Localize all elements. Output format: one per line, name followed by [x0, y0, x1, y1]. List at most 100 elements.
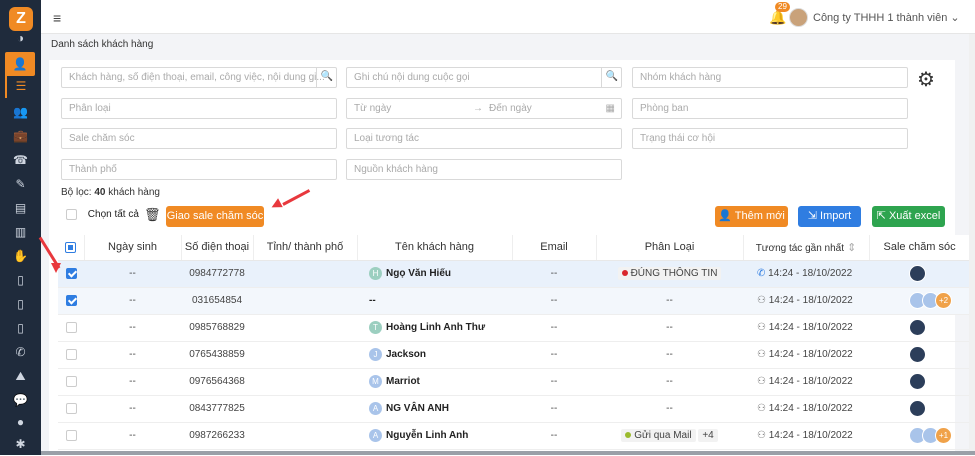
header-checkbox-cell[interactable]	[58, 235, 85, 261]
category-more-badge[interactable]: +4	[698, 429, 718, 442]
user-avatar[interactable]	[789, 8, 808, 27]
file-text-icon[interactable]: ▯	[0, 316, 41, 340]
trash-icon[interactable]: 🗑	[144, 207, 161, 223]
cell-phone: 031654854	[181, 287, 253, 315]
cell-category: --	[596, 287, 743, 315]
import-button[interactable]: ⇲ Import	[798, 206, 861, 227]
last-interaction-time: 14:24 - 18/10/2022	[768, 403, 853, 414]
customer-group-select[interactable]: Nhóm khách hàng	[632, 67, 908, 88]
menu-toggle-icon[interactable]: ≡	[53, 10, 61, 26]
table-row[interactable]: -- 031654854 -- -- -- ⚇ 14:24 - 18/10/2022 +2	[58, 287, 975, 315]
header-city: Tỉnh/ thành phố	[253, 235, 358, 261]
row-checkbox-cell[interactable]	[58, 368, 84, 396]
row-checkbox[interactable]	[65, 429, 77, 441]
table-row[interactable]: -- 0765438859 J Jackson -- -- ⚇ 14:24 - 18/10/…	[58, 341, 975, 369]
phone-icon[interactable]: ✆	[0, 340, 41, 364]
cell-email: --	[512, 260, 596, 288]
sale-select[interactable]: Sale chăm sóc	[61, 128, 337, 149]
customer-name[interactable]: --	[369, 295, 376, 306]
map-icon[interactable]: ⛰	[0, 364, 41, 388]
opportunity-status-select[interactable]: Trạng thái cơ hội	[632, 128, 908, 149]
edit-document-icon[interactable]: ✎	[0, 172, 41, 196]
category-dot-icon	[625, 432, 632, 439]
user-icon[interactable]: 👤	[5, 52, 35, 76]
sort-icon[interactable]: ⇕	[847, 242, 856, 254]
customer-name[interactable]: NG VÂN ANH	[386, 403, 449, 414]
select-all-checkbox[interactable]	[66, 209, 77, 220]
category-label: --	[666, 403, 673, 414]
chart-icon[interactable]: ▥	[0, 220, 41, 244]
cell-name: T Hoàng Linh Anh Thư	[357, 314, 512, 342]
gear-icon[interactable]: ⚙	[917, 67, 935, 92]
add-new-button[interactable]: 👤 Thêm mới	[715, 206, 788, 227]
table-row[interactable]: -- 0843777825 A NG VÂN ANH -- -- ⚇ 14:24 - 18/…	[58, 395, 975, 423]
file-icon[interactable]: ▯	[0, 292, 41, 316]
department-placeholder: Phòng ban	[640, 103, 689, 114]
header-checkbox[interactable]	[65, 241, 77, 253]
row-checkbox[interactable]	[65, 267, 77, 279]
list-icon[interactable]: ☰	[5, 74, 35, 98]
person-icon[interactable]: ●	[0, 410, 41, 434]
row-checkbox-cell[interactable]	[58, 341, 84, 369]
source-select[interactable]: Nguồn khách hàng	[346, 159, 622, 180]
date-range-picker[interactable]: Từ ngày → Đến ngày ▦	[346, 98, 622, 119]
invoice-icon[interactable]: ▤	[0, 196, 41, 220]
horizontal-scrollbar[interactable]	[41, 451, 975, 455]
interaction-type-select[interactable]: Loại tương tác	[346, 128, 622, 149]
sale-more-badge[interactable]: +1	[935, 427, 952, 444]
cell-dob: --	[84, 314, 181, 342]
select-all[interactable]: Chọn tất cả	[66, 209, 139, 220]
customer-name[interactable]: Hoàng Linh Anh Thư	[386, 322, 485, 333]
row-checkbox-cell[interactable]	[58, 314, 84, 342]
chevron-down-icon: ⌄	[950, 12, 960, 24]
assign-sale-button[interactable]: Giao sale chăm sóc	[166, 206, 264, 227]
city-select[interactable]: Thành phố	[61, 159, 337, 180]
cell-sale: +1	[869, 422, 975, 450]
chat-icon[interactable]: 💬	[0, 388, 41, 412]
calendar-icon[interactable]: ▦	[606, 99, 615, 118]
customer-name[interactable]: Ngọ Văn Hiếu	[386, 268, 451, 279]
interaction-type-placeholder: Loại tương tác	[354, 133, 419, 144]
table-row[interactable]: -- 0976564368 M Marriot -- -- ⚇ 14:24 - 18/10/…	[58, 368, 975, 396]
table-row[interactable]: -- 0985768829 T Hoàng Linh Anh Thư -- -- ⚇ 14:…	[58, 314, 975, 342]
customer-name[interactable]: Nguyễn Linh Anh	[386, 430, 468, 441]
search-icon[interactable]: 🔍	[601, 68, 621, 87]
city-placeholder: Thành phố	[69, 164, 117, 175]
table-row[interactable]: -- 0984772778 H Ngọ Văn Hiếu -- ĐÚNG THÔNG TI…	[58, 260, 975, 288]
select-all-label: Chọn tất cả	[87, 209, 139, 221]
department-select[interactable]: Phòng ban	[632, 98, 908, 119]
dashboard-icon[interactable]: ◑	[0, 26, 41, 50]
company-dropdown[interactable]: Công ty THHH 1 thành viên ⌄	[813, 11, 960, 24]
row-checkbox-cell[interactable]	[58, 422, 84, 450]
call-note-input[interactable]: Ghi chú nội dung cuộc gọi 🔍	[346, 67, 622, 88]
phone-book-icon[interactable]: ☎	[0, 148, 41, 172]
row-checkbox[interactable]	[65, 321, 77, 333]
vertical-scrollbar[interactable]	[969, 34, 975, 451]
cell-category: --	[596, 395, 743, 423]
row-checkbox[interactable]	[65, 375, 77, 387]
sale-more-badge[interactable]: +2	[935, 292, 952, 309]
category-select[interactable]: Phân loại	[61, 98, 337, 119]
row-checkbox-cell[interactable]	[58, 260, 84, 288]
handshake-icon[interactable]: ✋	[0, 244, 41, 268]
export-excel-button[interactable]: ⇱ Xuất excel	[872, 206, 945, 227]
customer-name[interactable]: Jackson	[386, 349, 426, 360]
row-checkbox[interactable]	[65, 402, 77, 414]
briefcase-icon[interactable]: 💼	[0, 124, 41, 148]
search-input[interactable]: Khách hàng, số điện thoại, email, công v…	[61, 67, 337, 88]
cell-category: Gửi qua Mail +4	[596, 422, 743, 450]
filter-summary-prefix: Bộ lọc:	[61, 187, 92, 198]
table-row[interactable]: -- 0987266233 A Nguyễn Linh Anh -- Gửi qua Ma…	[58, 422, 975, 450]
document-icon[interactable]: ▯	[0, 268, 41, 292]
row-checkbox-cell[interactable]	[58, 287, 84, 315]
sale-avatar	[909, 265, 926, 282]
customer-name[interactable]: Marriot	[386, 376, 420, 387]
row-checkbox[interactable]	[65, 348, 77, 360]
header-last-interaction[interactable]: Tương tác gần nhất ⇕	[743, 235, 870, 261]
header-sale: Sale chăm sóc	[869, 235, 975, 261]
users-icon[interactable]: 👥	[0, 100, 41, 124]
search-icon[interactable]: 🔍	[316, 68, 336, 87]
settings-icon[interactable]: ✱	[0, 432, 41, 456]
row-checkbox[interactable]	[65, 294, 77, 306]
row-checkbox-cell[interactable]	[58, 395, 84, 423]
